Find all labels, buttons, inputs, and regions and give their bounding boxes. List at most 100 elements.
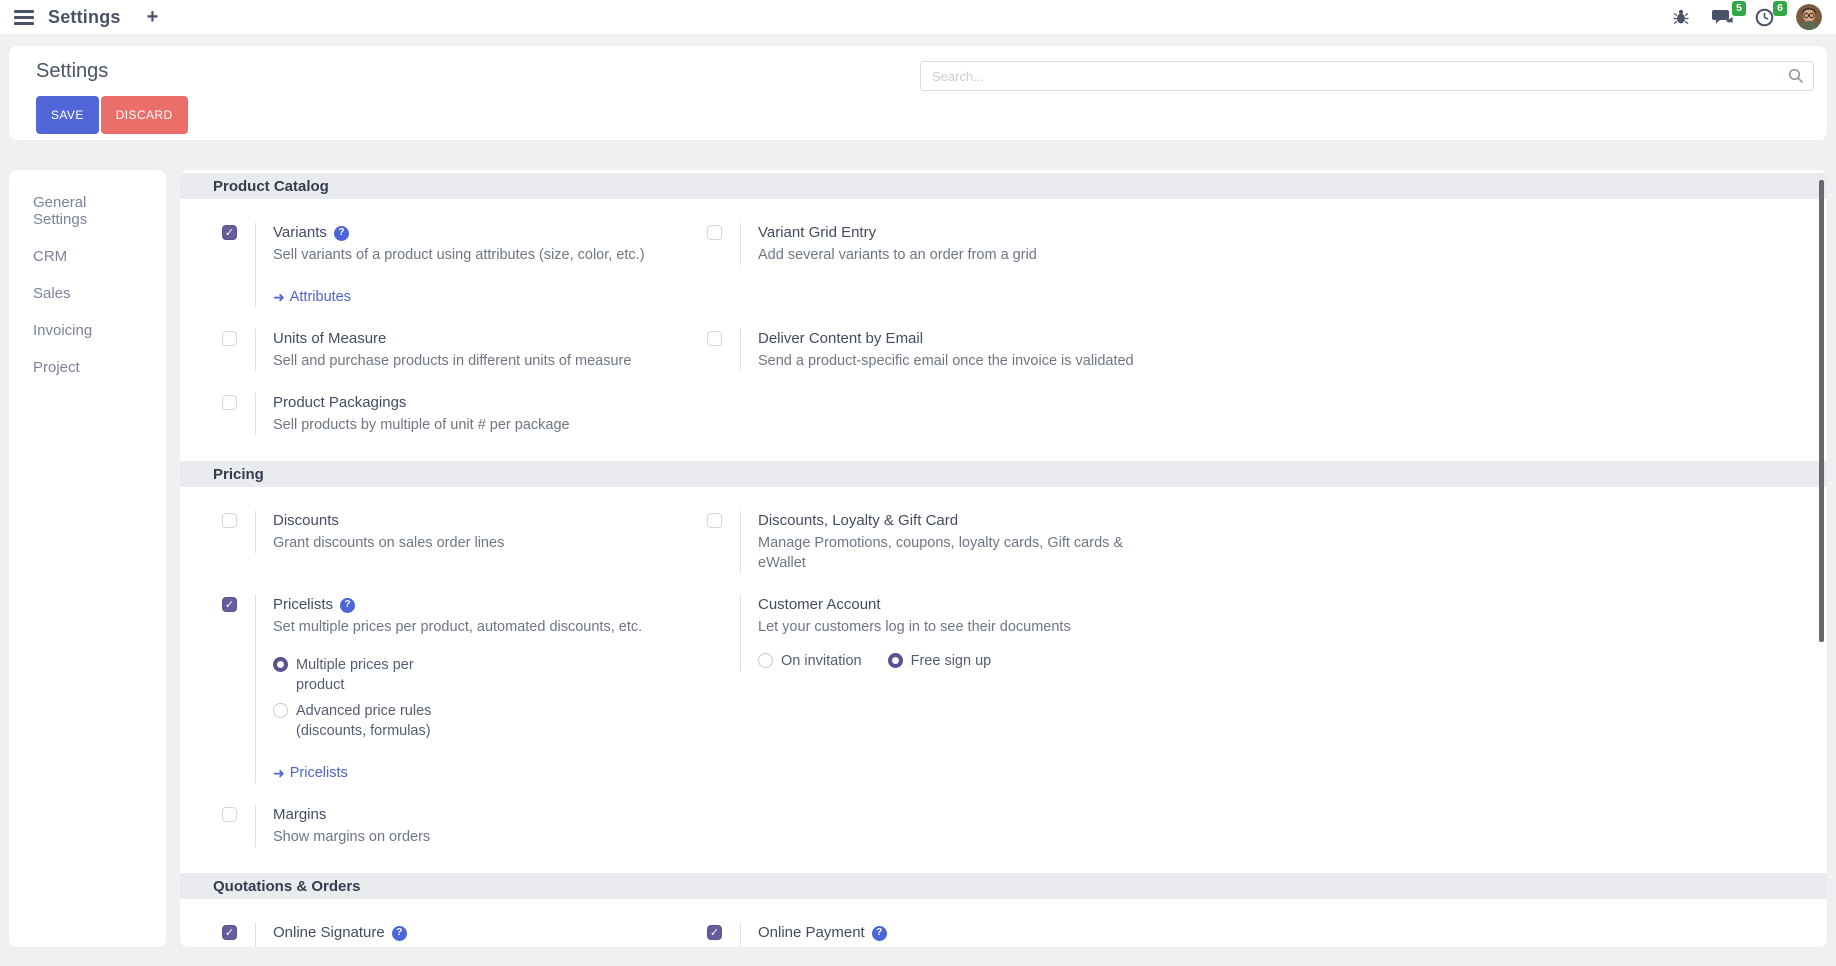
setting-description: Sell and purchase products in different … (273, 351, 631, 371)
help-icon[interactable]: ? (334, 226, 349, 241)
setting-label-text: Pricelists (273, 595, 333, 615)
messages-icon[interactable]: 5 (1712, 8, 1733, 27)
setting-pricelists: ✓Pricelists?Set multiple prices per prod… (222, 595, 642, 783)
radio-option-free-sign-up[interactable]: Free sign up (888, 651, 992, 671)
control-panel-buttons: SAVE DISCARD (36, 96, 1827, 134)
settings-row: Product PackagingsSell products by multi… (222, 393, 1787, 435)
help-icon[interactable]: ? (340, 598, 355, 613)
setting-description: Sell variants of a product using attribu… (273, 245, 645, 265)
top-navbar: Settings + 5 (0, 0, 1836, 35)
user-avatar[interactable] (1796, 4, 1822, 30)
setting-content-discounts: DiscountsGrant discounts on sales order … (255, 511, 504, 553)
search-box (920, 61, 1814, 91)
settings-panel: Product Catalog ✓ Variants?Sell variants o… (180, 170, 1827, 947)
link-pricelists[interactable]: ➜Pricelists (273, 763, 642, 783)
checkbox-margins[interactable] (222, 807, 237, 822)
section-body-pricing: DiscountsGrant discounts on sales order … (180, 487, 1827, 873)
settings-content: General SettingsCRMSalesInvoicingProject… (9, 170, 1827, 947)
help-icon[interactable]: ? (872, 926, 887, 941)
section-header-quotations-orders: Quotations & Orders (180, 873, 1827, 899)
checkbox-online-signature[interactable]: ✓ (222, 925, 237, 940)
checkbox-online-payment[interactable]: ✓ (707, 925, 722, 940)
radio-unselected-icon[interactable] (758, 653, 773, 668)
add-tab-icon[interactable]: + (147, 7, 159, 27)
sidebar-item-general-settings[interactable]: General Settings (9, 184, 166, 238)
sidebar-item-sales[interactable]: Sales (9, 275, 166, 312)
save-button[interactable]: SAVE (36, 96, 99, 134)
settings-cell-left: Product PackagingsSell products by multi… (222, 393, 707, 435)
discard-button[interactable]: DISCARD (101, 96, 188, 134)
setting-label-discounts-loyalty-gift-card: Discounts, Loyalty & Gift Card (758, 511, 1148, 531)
setting-content-margins: MarginsShow margins on orders (255, 805, 430, 847)
settings-row: ✓ Online Signature? Request an online sign… (222, 923, 1787, 947)
section-body-quotations-orders: ✓ Online Signature? Request an online sign… (180, 899, 1827, 947)
checkbox-variants[interactable]: ✓ (222, 225, 237, 240)
section-header-product-catalog: Product Catalog (180, 173, 1827, 199)
setting-description: Request an online signature to confirm o… (273, 945, 566, 947)
setting-label-text: Product Packagings (273, 393, 406, 413)
hamburger-menu-icon[interactable] (14, 10, 34, 25)
checkbox-discounts[interactable] (222, 513, 237, 528)
setting-description: Set multiple prices per product, automat… (273, 617, 642, 637)
radio-option-advanced-price-rules-discounts-formulas-[interactable]: Advanced price rules (discounts, formula… (273, 701, 642, 741)
checkbox-deliver-content-by-email[interactable] (707, 331, 722, 346)
setting-label-text: Margins (273, 805, 326, 825)
settings-row: ✓ Variants?Sell variants of a product usi… (222, 223, 1787, 307)
setting-label-discounts: Discounts (273, 511, 504, 531)
navbar-systray: 5 6 (1672, 4, 1822, 30)
radio-unselected-icon[interactable] (273, 703, 288, 718)
bug-icon[interactable] (1672, 8, 1690, 26)
sidebar-item-crm[interactable]: CRM (9, 238, 166, 275)
radio-group-customer-account: On invitation Free sign up (758, 651, 1071, 671)
search-icon[interactable] (1788, 68, 1804, 84)
setting-content-pricelists: Pricelists?Set multiple prices per produ… (255, 595, 642, 783)
settings-cell-left: Units of MeasureSell and purchase produc… (222, 329, 707, 371)
setting-description: Add several variants to an order from a … (758, 245, 1037, 265)
checkbox-units-of-measure[interactable] (222, 331, 237, 346)
radio-selected-icon[interactable] (273, 657, 288, 672)
settings-sections: Product Catalog ✓ Variants?Sell variants o… (180, 173, 1827, 947)
setting-label-product-packagings: Product Packagings (273, 393, 570, 413)
scrollbar-thumb[interactable] (1819, 180, 1824, 642)
avatar-image (1796, 4, 1822, 30)
link-attributes[interactable]: ➜Attributes (273, 287, 645, 307)
sidebar-item-project[interactable]: Project (9, 349, 166, 386)
setting-content-variants: Variants?Sell variants of a product usin… (255, 223, 645, 307)
setting-description: Sell products by multiple of unit # per … (273, 415, 570, 435)
checkbox-discounts-loyalty-gift-card[interactable] (707, 513, 722, 528)
setting-variants: ✓ Variants?Sell variants of a product usi… (222, 223, 645, 307)
setting-label-pricelists: Pricelists? (273, 595, 642, 615)
setting-margins: MarginsShow margins on orders (222, 805, 430, 847)
settings-row: ✓Pricelists?Set multiple prices per prod… (222, 595, 1787, 783)
setting-description: Show margins on orders (273, 827, 430, 847)
radio-option-label: Multiple prices per product (296, 655, 446, 695)
setting-label-variants: Variants? (273, 223, 645, 243)
radio-option-on-invitation[interactable]: On invitation (758, 651, 862, 671)
search-input[interactable] (920, 61, 1814, 91)
checkbox-pricelists[interactable]: ✓ (222, 597, 237, 612)
radio-group-pricelists: Multiple prices per product Advanced pric… (273, 655, 642, 741)
settings-section-product-catalog: Product Catalog ✓ Variants?Sell variants o… (180, 173, 1827, 461)
checkbox-spacer (707, 595, 722, 671)
checkbox-variant-grid-entry[interactable] (707, 225, 722, 240)
app-menu-title[interactable]: Settings (48, 7, 121, 28)
settings-row: MarginsShow margins on orders (222, 805, 1787, 847)
setting-content-online-signature: Online Signature? Request an online signa… (255, 923, 566, 947)
setting-discounts: DiscountsGrant discounts on sales order … (222, 511, 504, 553)
checkbox-product-packagings[interactable] (222, 395, 237, 410)
setting-label-text: Online Payment (758, 923, 865, 943)
settings-section-pricing: PricingDiscountsGrant discounts on sales… (180, 461, 1827, 873)
settings-cell-right: Deliver Content by EmailSend a product-s… (707, 329, 1787, 371)
help-icon[interactable]: ? (392, 926, 407, 941)
radio-selected-icon[interactable] (888, 653, 903, 668)
link-label: Attributes (290, 287, 351, 307)
setting-customer-account: Customer AccountLet your customers log i… (707, 595, 1071, 671)
control-panel: Settings SAVE DISCARD (9, 46, 1827, 140)
radio-option-multiple-prices-per-product[interactable]: Multiple prices per product (273, 655, 642, 695)
right-arrow-icon: ➜ (273, 763, 285, 783)
setting-content-discounts-loyalty-gift-card: Discounts, Loyalty & Gift CardManage Pro… (740, 511, 1148, 573)
activities-icon[interactable]: 6 (1755, 8, 1774, 27)
settings-cell-left: ✓ Variants?Sell variants of a product usi… (222, 223, 707, 307)
sidebar-item-invoicing[interactable]: Invoicing (9, 312, 166, 349)
setting-label-text: Online Signature (273, 923, 385, 943)
